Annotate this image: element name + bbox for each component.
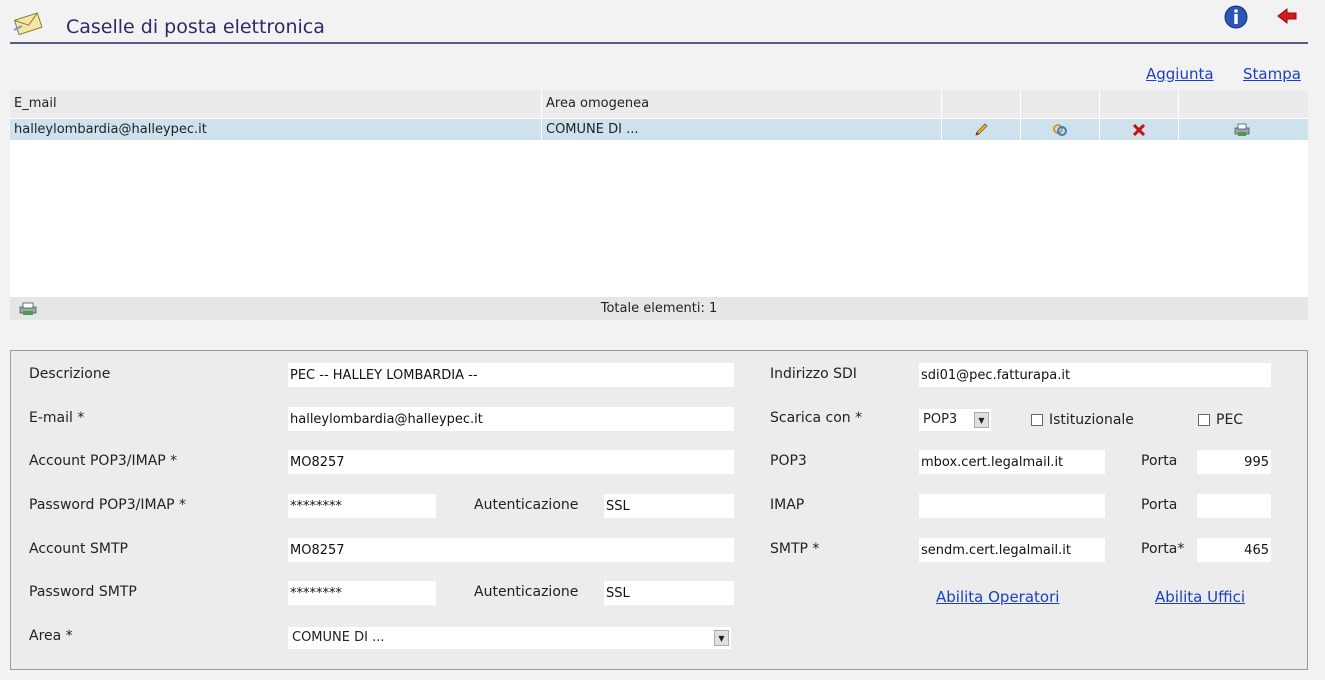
column-header-link — [1021, 90, 1100, 118]
print-icon[interactable] — [1233, 122, 1250, 138]
area-select-value: COMUNE DI ... — [292, 630, 385, 645]
table-header: E_mail Area omogenea — [10, 90, 1308, 118]
pencil-icon[interactable] — [973, 122, 989, 138]
column-header-email[interactable]: E_mail — [10, 90, 542, 118]
password-smtp-label: Password SMTP — [29, 584, 137, 600]
table-footer: Totale elementi: 1 — [10, 297, 1308, 320]
password-smtp-field[interactable] — [288, 581, 436, 605]
descrizione-label: Descrizione — [29, 366, 111, 382]
scarica-select-value: POP3 — [923, 412, 958, 427]
email-field[interactable] — [288, 407, 734, 431]
account-smtp-field[interactable] — [288, 538, 734, 562]
imap-port-label: Porta — [1141, 497, 1178, 513]
header-divider — [10, 42, 1308, 44]
pop3-port-field[interactable] — [1197, 450, 1271, 474]
delete-icon[interactable] — [1131, 122, 1147, 138]
print-link[interactable]: Stampa — [1243, 65, 1301, 83]
scarica-label: Scarica con * — [770, 410, 863, 426]
mailbox-form: Descrizione E-mail * Account POP3/IMAP *… — [10, 350, 1308, 670]
envelope-icon — [12, 10, 46, 36]
account-pop-field[interactable] — [288, 450, 734, 474]
column-header-delete — [1100, 90, 1179, 118]
auth-pop-label: Autenticazione — [474, 497, 579, 513]
imap-label: IMAP — [770, 497, 805, 513]
table-row[interactable]: halleylombardia@halleypec.it COMUNE DI .… — [10, 119, 1308, 140]
auth-pop-field[interactable] — [604, 494, 734, 518]
abilita-uffici-link[interactable]: Abilita Uffici — [1155, 588, 1245, 606]
pop3-label: POP3 — [770, 453, 807, 469]
auth-smtp-label: Autenticazione — [474, 584, 579, 600]
pec-label: PEC — [1216, 412, 1244, 428]
descrizione-field[interactable] — [288, 363, 734, 387]
total-count: Totale elementi: 1 — [600, 301, 718, 316]
scarica-select[interactable]: POP3 ▼ — [919, 409, 991, 431]
email-label: E-mail * — [29, 410, 85, 426]
smtp-label: SMTP * — [770, 541, 820, 557]
auth-smtp-field[interactable] — [604, 581, 734, 605]
chevron-down-icon[interactable]: ▼ — [714, 630, 729, 646]
smtp-port-field[interactable] — [1197, 538, 1271, 562]
imap-server-field[interactable] — [919, 494, 1105, 518]
area-select[interactable]: COMUNE DI ... ▼ — [288, 627, 731, 649]
istituzionale-checkbox[interactable] — [1031, 414, 1043, 426]
smtp-server-field[interactable] — [919, 538, 1105, 562]
imap-port-field[interactable] — [1197, 494, 1271, 518]
account-pop-label: Account POP3/IMAP * — [29, 453, 178, 469]
column-header-print — [1179, 90, 1308, 118]
add-link[interactable]: Aggiunta — [1146, 65, 1214, 83]
sdi-label: Indirizzo SDI — [770, 366, 857, 382]
column-header-area[interactable]: Area omogenea — [542, 90, 942, 118]
page-title: Caselle di posta elettronica — [66, 16, 325, 38]
back-arrow-icon[interactable] — [1276, 6, 1298, 26]
print-icon[interactable] — [18, 301, 38, 317]
info-icon[interactable] — [1223, 4, 1249, 30]
pop3-server-field[interactable] — [919, 450, 1105, 474]
istituzionale-label: Istituzionale — [1049, 412, 1134, 428]
mailbox-table: E_mail Area omogenea halleylombardia@hal… — [10, 90, 1308, 320]
chevron-down-icon[interactable]: ▼ — [974, 412, 989, 428]
password-pop-field[interactable] — [288, 494, 436, 518]
account-smtp-label: Account SMTP — [29, 541, 128, 557]
password-pop-label: Password POP3/IMAP * — [29, 497, 187, 513]
pop3-port-label: Porta — [1141, 453, 1178, 469]
sdi-field[interactable] — [919, 363, 1271, 387]
abilita-operatori-link[interactable]: Abilita Operatori — [936, 588, 1059, 606]
link-icon[interactable] — [1052, 122, 1068, 138]
row-area: COMUNE DI ... — [542, 119, 942, 140]
row-email: halleylombardia@halleypec.it — [10, 119, 542, 140]
area-label: Area * — [29, 628, 73, 644]
column-header-edit — [942, 90, 1021, 118]
smtp-port-label: Porta* — [1141, 541, 1185, 557]
pec-checkbox[interactable] — [1198, 414, 1210, 426]
